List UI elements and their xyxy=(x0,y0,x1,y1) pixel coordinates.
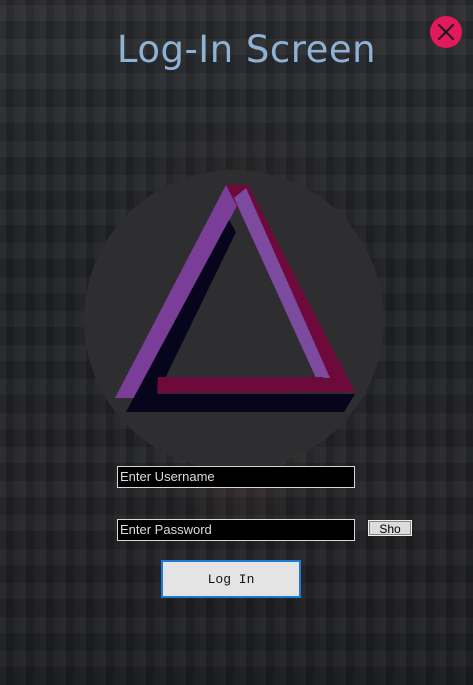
logo-bottom-shadow xyxy=(126,394,355,412)
logo-left-band xyxy=(115,185,248,398)
show-password-button[interactable]: Sho xyxy=(368,520,412,536)
username-field[interactable] xyxy=(117,466,355,488)
logo-bottom-band xyxy=(157,377,332,393)
password-field[interactable] xyxy=(117,519,355,541)
logo-right-inner xyxy=(234,188,330,378)
login-button[interactable]: Log In xyxy=(161,560,301,598)
login-window: Log-In Screen Sho Log In xyxy=(0,0,473,685)
